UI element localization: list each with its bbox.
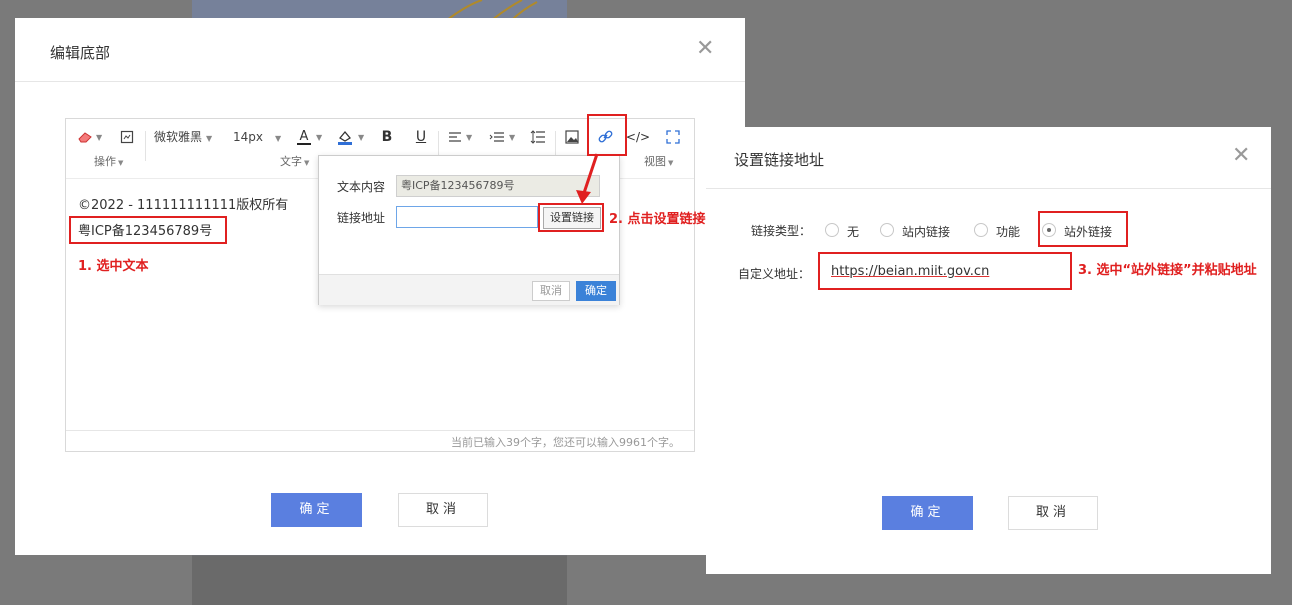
copyright-line[interactable]: ©2022 - 111111111111版权所有	[78, 194, 288, 213]
link-url-input[interactable]	[396, 206, 538, 228]
annotation-step2: 2. 点击设置链接	[609, 212, 706, 227]
format-painter-icon[interactable]	[118, 128, 136, 146]
title-divider	[15, 81, 745, 82]
chevron-down-icon[interactable]: ▼	[316, 129, 322, 147]
annotation-arrow	[576, 153, 599, 204]
confirm-button[interactable]: 确定	[882, 496, 973, 530]
dialog-title: 设置链接地址	[734, 151, 825, 169]
background-decoration	[446, 0, 538, 21]
editor-statusbar: 当前已输入39个字，您还可以输入9961个字。	[66, 430, 694, 451]
close-icon[interactable]: ✕	[696, 38, 714, 60]
link-url-label: 链接地址	[337, 211, 386, 225]
confirm-button[interactable]: 确定	[271, 493, 362, 527]
underline-icon[interactable]: U	[412, 128, 430, 146]
font-family-select[interactable]: 微软雅黑 ▼	[154, 128, 212, 146]
group-label-text[interactable]: 文字 ▼	[280, 153, 309, 169]
radio-label-function[interactable]: 功能	[996, 223, 1020, 240]
popup-footer: 取消 确定	[319, 274, 619, 305]
text-content-field: 粤ICP备123456789号	[396, 175, 600, 197]
title-divider	[706, 188, 1271, 189]
radio-label-internal-link[interactable]: 站内链接	[902, 223, 950, 240]
highlight-color-icon[interactable]	[336, 128, 354, 146]
popup-ok-button[interactable]: 确定	[576, 281, 616, 301]
cancel-button[interactable]: 取消	[398, 493, 488, 527]
indent-icon[interactable]	[488, 128, 506, 146]
annotation-box-selected-text	[69, 216, 227, 244]
character-count: 当前已输入39个字，您还可以输入9961个字。	[451, 436, 680, 449]
cancel-button[interactable]: 取消	[1008, 496, 1098, 530]
radio-label-none[interactable]: 无	[847, 223, 859, 240]
annotation-box-external-link	[1038, 211, 1128, 247]
fullscreen-icon[interactable]	[664, 128, 682, 146]
line-height-icon[interactable]	[529, 128, 547, 146]
radio-internal-link[interactable]	[880, 223, 894, 237]
annotation-step3: 3. 选中“站外链接”并粘贴地址	[1078, 263, 1257, 278]
set-link-dialog: 设置链接地址 ✕ 链接类型： 无 站内链接 功能 站外链接 自定义地址： htt…	[706, 127, 1271, 574]
align-icon[interactable]	[446, 128, 464, 146]
dialog-title: 编辑底部	[50, 44, 111, 62]
custom-url-label: 自定义地址：	[738, 267, 811, 281]
background-banner	[192, 0, 567, 21]
group-label-view[interactable]: 视图 ▼	[644, 153, 673, 169]
image-icon[interactable]	[563, 128, 581, 146]
chevron-down-icon[interactable]: ▼	[509, 129, 515, 147]
radio-none[interactable]	[825, 223, 839, 237]
font-color-icon[interactable]: A	[295, 128, 313, 146]
font-size-select[interactable]: 14px ▼	[233, 128, 281, 146]
annotation-step1: 1. 选中文本	[78, 259, 149, 274]
chevron-down-icon[interactable]: ▼	[96, 129, 102, 147]
link-type-label: 链接类型：	[751, 224, 812, 238]
chevron-down-icon[interactable]: ▼	[466, 129, 472, 147]
popup-cancel-button[interactable]: 取消	[532, 281, 570, 301]
bold-icon[interactable]: B	[378, 128, 396, 146]
radio-function[interactable]	[974, 223, 988, 237]
eraser-icon[interactable]	[76, 128, 94, 146]
background-footer	[192, 556, 567, 605]
chevron-down-icon[interactable]: ▼	[358, 129, 364, 147]
close-icon[interactable]: ✕	[1232, 145, 1250, 167]
annotation-box-url-field	[818, 252, 1072, 290]
toolbar-separator	[145, 131, 146, 161]
code-icon[interactable]: </>	[626, 128, 650, 146]
group-label-operate[interactable]: 操作 ▼	[94, 153, 123, 169]
text-content-label: 文本内容	[337, 180, 386, 194]
